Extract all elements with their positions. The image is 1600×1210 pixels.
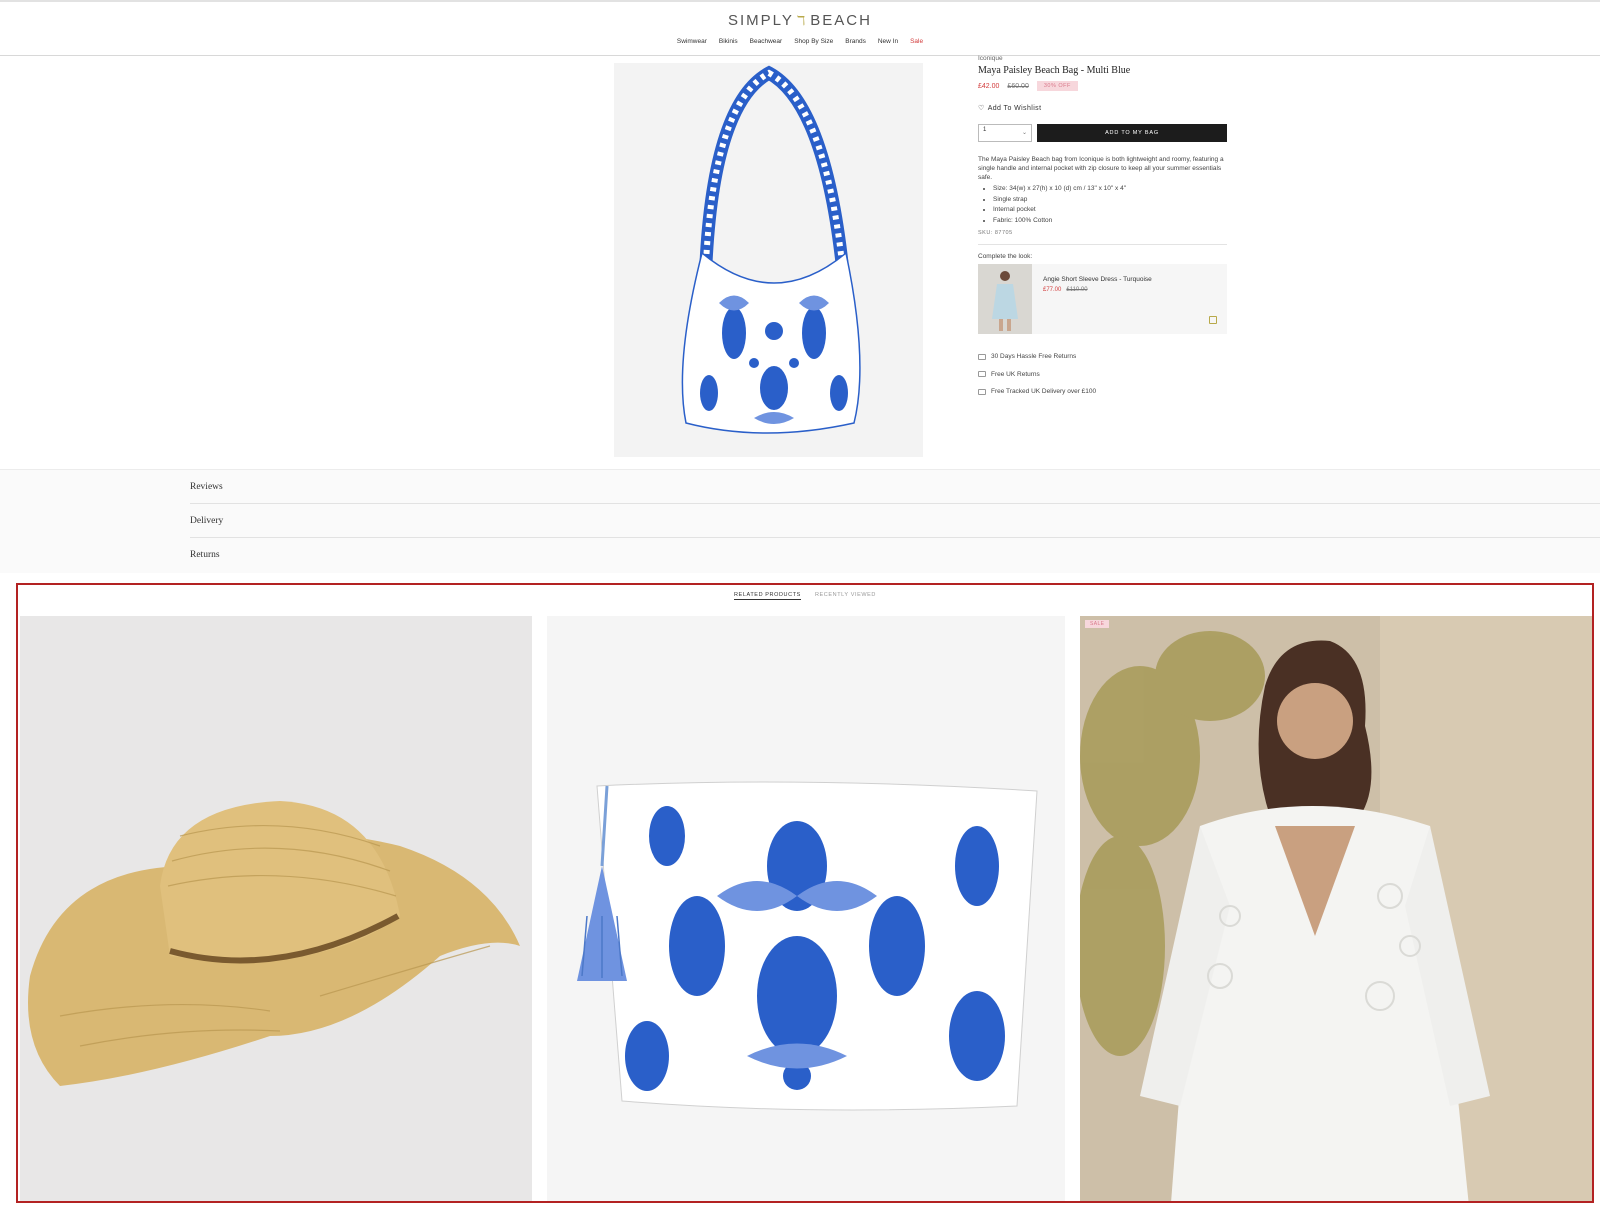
ctl-price-current: £77.00 — [1043, 287, 1062, 293]
complete-the-look-prices: £77.00 £110.00 — [1043, 287, 1088, 293]
accordion-returns[interactable]: Returns — [190, 538, 1600, 572]
feature-item: Internal pocket — [993, 205, 1227, 216]
nav-item-bikinis[interactable]: Bikinis — [719, 38, 738, 45]
product-prices: £42.00 £60.00 30% OFF — [978, 81, 1227, 91]
shopping-bag-icon[interactable] — [1209, 316, 1217, 324]
ctl-price-original: £110.00 — [1066, 287, 1088, 293]
product-features-list: Size: 34(w) x 27(h) x 10 (d) cm / 13" x … — [978, 184, 1227, 226]
beach-bag-illustration — [614, 63, 923, 457]
product-accordion: Reviews Delivery Returns — [0, 469, 1600, 573]
feature-item: Fabric: 100% Cotton — [993, 216, 1227, 227]
sale-badge: SALE — [1085, 620, 1110, 628]
perk-delivery: Free Tracked UK Delivery over £100 — [978, 383, 1227, 401]
complete-the-look-name[interactable]: Angie Short Sleeve Dress - Turquoise — [1043, 276, 1152, 283]
price-original: £60.00 — [1007, 82, 1029, 90]
wishlist-label: Add To Wishlist — [987, 104, 1042, 112]
add-to-wishlist-button[interactable]: ♡ Add To Wishlist — [978, 104, 1227, 113]
feature-item: Size: 34(w) x 27(h) x 10 (d) cm / 13" x … — [993, 184, 1227, 195]
accordion-delivery[interactable]: Delivery — [190, 504, 1600, 538]
complete-the-look-card[interactable]: Angie Short Sleeve Dress - Turquoise £77… — [978, 264, 1227, 334]
nav-item-brands[interactable]: Brands — [845, 38, 866, 45]
related-product-card[interactable] — [20, 616, 532, 1201]
related-tabs: RELATED PRODUCTS RECENTLY VIEWED — [18, 592, 1592, 600]
perk-label: 30 Days Hassle Free Returns — [991, 353, 1077, 361]
nav-item-sale[interactable]: Sale — [910, 38, 923, 45]
product-title: Maya Paisley Beach Bag - Multi Blue — [978, 65, 1131, 76]
product-description: The Maya Paisley Beach bag from Iconique… — [978, 156, 1224, 181]
dress-thumbnail[interactable] — [978, 264, 1032, 334]
purchase-row: 1 ⌄ ADD TO MY BAG — [978, 124, 1227, 142]
nav-item-new-in[interactable]: New In — [878, 38, 898, 45]
truck-icon — [978, 388, 986, 395]
chevron-down-icon: ⌄ — [1021, 130, 1027, 136]
nav-item-beachwear[interactable]: Beachwear — [750, 38, 783, 45]
tab-recently-viewed[interactable]: RECENTLY VIEWED — [815, 592, 876, 600]
site-logo[interactable]: SIMPLY ℸ BEACH — [0, 12, 1600, 29]
product-sku: SKU: 87705 — [978, 230, 1013, 236]
accordion-label: Returns — [190, 550, 220, 560]
perk-returns: 30 Days Hassle Free Returns — [978, 348, 1227, 366]
add-to-bag-button[interactable]: ADD TO MY BAG — [1037, 124, 1227, 142]
accordion-label: Delivery — [190, 515, 224, 526]
product-main-image[interactable] — [614, 63, 923, 457]
nav-item-shop-by-size[interactable]: Shop By Size — [794, 38, 833, 45]
quantity-select[interactable]: 1 ⌄ — [978, 124, 1032, 142]
straw-hat-image — [20, 616, 532, 1201]
returns-icon — [978, 353, 986, 360]
related-product-card[interactable] — [547, 616, 1065, 1201]
nav-item-swimwear[interactable]: Swimwear — [677, 38, 707, 45]
site-header: SIMPLY ℸ BEACH Swimwear Bikinis Beachwear … — [0, 0, 1600, 56]
discount-badge: 30% OFF — [1036, 81, 1078, 91]
main-nav: Swimwear Bikinis Beachwear Shop By Size … — [0, 38, 1600, 45]
perk-label: Free Tracked UK Delivery over £100 — [991, 388, 1097, 396]
price-current: £42.00 — [978, 82, 1000, 90]
lace-jacket-image — [1080, 616, 1592, 1201]
paisley-pouch-image — [547, 616, 1065, 1201]
product-brand[interactable]: Iconique — [978, 55, 1227, 62]
return-box-icon — [978, 371, 986, 378]
accordion-label: Reviews — [190, 481, 223, 492]
logo-text-right: BEACH — [810, 12, 872, 29]
related-product-card[interactable]: SALE — [1080, 616, 1592, 1201]
product-info: Iconique Maya Paisley Beach Bag - Multi … — [978, 55, 1227, 401]
accordion-reviews[interactable]: Reviews — [190, 470, 1600, 504]
dress-illustration — [978, 264, 1032, 334]
tab-related-products[interactable]: RELATED PRODUCTS — [733, 592, 801, 600]
quantity-value: 1 — [983, 127, 987, 133]
related-products-section: RELATED PRODUCTS RECENTLY VIEWED SALE — [16, 583, 1594, 1203]
service-perks: 30 Days Hassle Free Returns Free UK Retu… — [978, 348, 1227, 401]
logo-text-left: SIMPLY — [728, 12, 794, 29]
complete-the-look-title: Complete the look: — [978, 253, 1033, 260]
divider — [978, 244, 1227, 245]
feature-item: Single strap — [993, 195, 1227, 206]
heart-icon: ♡ — [978, 105, 985, 112]
perk-free-returns: Free UK Returns — [978, 366, 1227, 384]
perk-label: Free UK Returns — [991, 370, 1040, 378]
logo-mark-icon: ℸ — [796, 14, 808, 29]
